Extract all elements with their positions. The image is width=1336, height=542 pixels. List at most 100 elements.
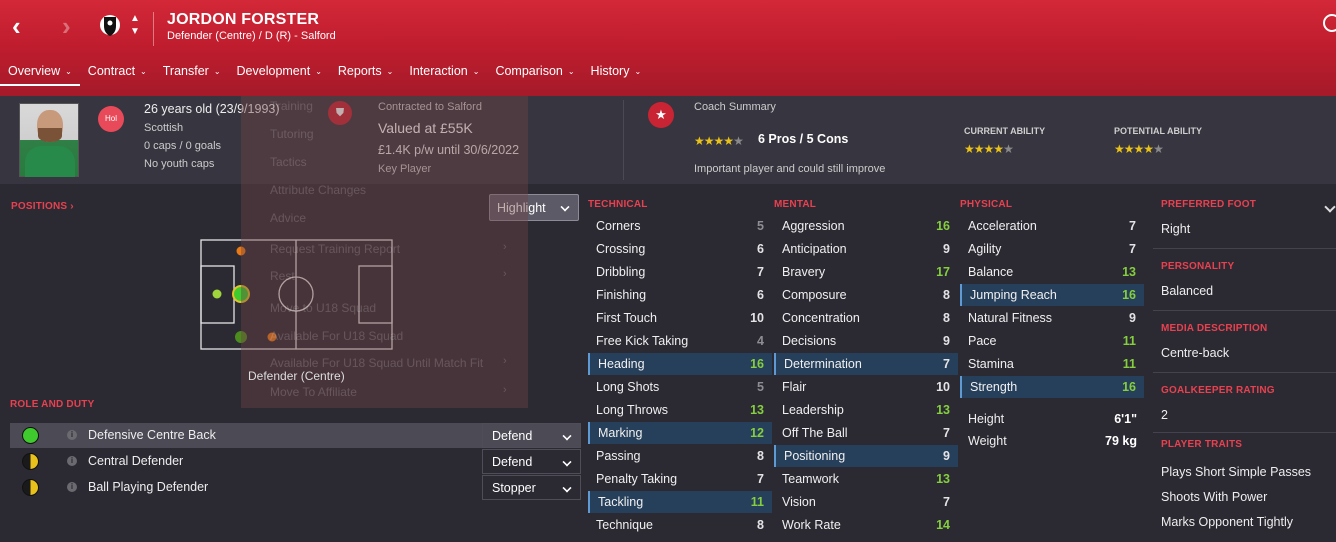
attribute-value: 10	[936, 380, 950, 394]
attribute-row[interactable]: Long Shots 5	[588, 376, 772, 398]
attribute-row[interactable]: First Touch 10	[588, 307, 772, 329]
attribute-value: 8	[757, 449, 764, 463]
attribute-value: 7	[1129, 242, 1136, 256]
weight-value: 79 kg	[1105, 434, 1137, 448]
duty-dropdown[interactable]: Defend	[482, 449, 581, 474]
coach-summary-title: Coach Summary	[694, 101, 776, 113]
preferred-foot-label: PREFERRED FOOT	[1161, 199, 1257, 210]
attribute-name: Concentration	[782, 311, 860, 325]
attribute-row[interactable]: Acceleration 7	[960, 215, 1144, 237]
attribute-row[interactable]: Natural Fitness 9	[960, 307, 1144, 329]
height-value: 6'1"	[1114, 412, 1137, 426]
info-icon[interactable]: i	[67, 430, 77, 440]
attribute-row[interactable]: Strength 16	[960, 376, 1144, 398]
attribute-row[interactable]: Work Rate 14	[774, 514, 958, 536]
height-label: Height	[968, 412, 1005, 426]
attribute-value: 11	[1122, 334, 1136, 348]
attribute-name: Technique	[596, 518, 653, 532]
attribute-row[interactable]: Off The Ball 7	[774, 422, 958, 444]
mental-label: MENTAL	[774, 199, 817, 210]
attribute-row[interactable]: Balance 13	[960, 261, 1144, 283]
attribute-row[interactable]: Jumping Reach 16	[960, 284, 1144, 306]
role-row[interactable]: i Ball Playing Defender Stopper	[10, 475, 581, 500]
ghost-menu-item: Move to U18 Squad	[270, 301, 377, 315]
player-trait: Shoots With Power	[1161, 490, 1268, 504]
pros-cons[interactable]: 6 Pros / 5 Cons	[758, 132, 848, 146]
attribute-row[interactable]: Corners 5	[588, 215, 772, 237]
ghost-menu-item: Tutoring	[270, 127, 314, 141]
attribute-name: Anticipation	[782, 242, 847, 256]
attribute-row[interactable]: Tackling 11	[588, 491, 772, 513]
current-ability-label: CURRENT ABILITY	[964, 126, 1046, 136]
attribute-row[interactable]: Technique 8	[588, 514, 772, 536]
star-icon: ★	[1143, 142, 1154, 156]
attribute-name: Aggression	[782, 219, 845, 233]
info-icon[interactable]: i	[67, 482, 77, 492]
attribute-name: Strength	[970, 380, 1018, 394]
attribute-name: Balance	[968, 265, 1014, 279]
attribute-row[interactable]: Passing 8	[588, 445, 772, 467]
info-icon[interactable]: i	[67, 456, 77, 466]
panel-divider	[1153, 310, 1336, 311]
attribute-row[interactable]: Pace 11	[960, 330, 1144, 352]
search-icon[interactable]	[1323, 14, 1336, 32]
attribute-row[interactable]: Agility 7	[960, 238, 1144, 260]
attribute-value: 9	[1129, 311, 1136, 325]
attribute-row[interactable]: Anticipation 9	[774, 238, 958, 260]
attribute-row[interactable]: Stamina 11	[960, 353, 1144, 375]
player-trait: Marks Opponent Tightly	[1161, 515, 1294, 529]
role-row[interactable]: i Central Defender Defend	[10, 449, 581, 474]
attribute-row[interactable]: Finishing 6	[588, 284, 772, 306]
attribute-value: 9	[943, 334, 950, 348]
attribute-row[interactable]: Decisions 9	[774, 330, 958, 352]
attribute-name: Long Shots	[596, 380, 660, 394]
attribute-name: Marking	[598, 426, 643, 440]
preferred-foot-value: Right	[1161, 222, 1191, 236]
star-icon: ★	[964, 142, 975, 156]
attribute-row[interactable]: Long Throws 13	[588, 399, 772, 421]
attribute-row[interactable]: Composure 8	[774, 284, 958, 306]
role-suitability-icon	[22, 427, 39, 444]
attribute-row[interactable]: Free Kick Taking 4	[588, 330, 772, 352]
attribute-value: 8	[943, 311, 950, 325]
attribute-name: Leadership	[782, 403, 844, 417]
attribute-name: Work Rate	[782, 518, 841, 532]
attribute-name: Jumping Reach	[970, 288, 1057, 302]
duty-dropdown[interactable]: Defend	[482, 423, 581, 448]
attribute-row[interactable]: Positioning 9	[774, 445, 958, 467]
attribute-name: Positioning	[784, 449, 846, 463]
attribute-value: 13	[750, 403, 764, 417]
attribute-row[interactable]: Concentration 8	[774, 307, 958, 329]
attribute-row[interactable]: Crossing 6	[588, 238, 772, 260]
submenu-arrow-icon: ›	[503, 268, 507, 280]
duty-dropdown[interactable]: Stopper	[482, 475, 581, 500]
attribute-row[interactable]: Dribbling 7	[588, 261, 772, 283]
attribute-row[interactable]: Flair 10	[774, 376, 958, 398]
attribute-row[interactable]: Teamwork 13	[774, 468, 958, 490]
attribute-row[interactable]: Heading 16	[588, 353, 772, 375]
star-icon: ★	[1153, 142, 1164, 156]
attribute-row[interactable]: Vision 7	[774, 491, 958, 513]
panel-divider	[1153, 432, 1336, 433]
attribute-name: Decisions	[782, 334, 837, 348]
attribute-name: Heading	[598, 357, 645, 371]
star-icon: ★	[703, 134, 715, 148]
coach-summary-stars: ★★★★★	[694, 132, 744, 150]
attribute-row[interactable]: Leadership 13	[774, 399, 958, 421]
position-dot-light-green	[212, 289, 222, 299]
attribute-value: 7	[943, 426, 950, 440]
attribute-row[interactable]: Marking 12	[588, 422, 772, 444]
attribute-value: 11	[750, 495, 764, 509]
role-name: Ball Playing Defender	[88, 480, 209, 494]
attribute-row[interactable]: Penalty Taking 7	[588, 468, 772, 490]
attribute-value: 7	[943, 495, 950, 509]
attribute-value: 7	[1129, 219, 1136, 233]
ghost-menu-item: Move To Affiliate	[270, 385, 357, 399]
ghost-menu-item: Available For U18 Squad Until Match Fit	[270, 356, 484, 370]
attribute-value: 17	[936, 265, 950, 279]
attribute-row[interactable]: Aggression 16	[774, 215, 958, 237]
attribute-value: 13	[936, 403, 950, 417]
role-row[interactable]: i Defensive Centre Back Defend	[10, 423, 581, 448]
attribute-row[interactable]: Determination 7	[774, 353, 958, 375]
attribute-row[interactable]: Bravery 17	[774, 261, 958, 283]
